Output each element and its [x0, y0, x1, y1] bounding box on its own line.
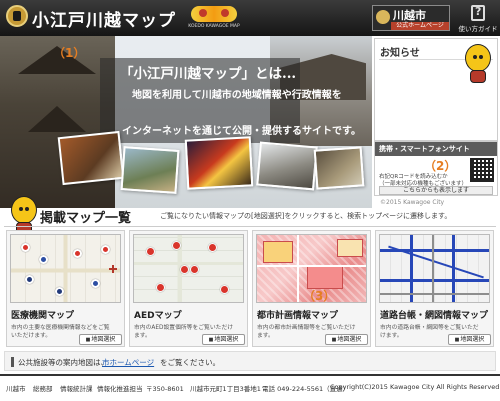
divider	[4, 226, 496, 227]
medical-cross-icon	[109, 265, 117, 273]
bell-tower-photo	[0, 36, 115, 208]
aed-location-icon	[208, 243, 217, 252]
brand-text: KOEDO KAWAGOE MAP	[188, 24, 240, 29]
hero-banner: 「小江戸川越マップ」とは... 地図を利用して川越市の地域情報や行政情報を イン…	[0, 36, 372, 208]
clinic-pin-icon	[39, 255, 48, 264]
aed-location-icon	[156, 283, 165, 292]
city-official-label: 公式ホームページ	[391, 22, 449, 30]
festival-photo	[57, 130, 125, 186]
facility-text: 公共施設等の案内地図は、	[18, 358, 108, 367]
hospital-pin-icon	[21, 243, 30, 252]
bullet-icon	[11, 357, 14, 367]
qr-code-icon	[470, 158, 494, 182]
footer-address: 川越市元町1丁目3番地1	[190, 385, 261, 393]
hero-description-line: 地図を利用して川越市の地域情報や行政情報を	[132, 90, 342, 101]
annotation-marker-1: （1）	[53, 46, 86, 60]
map-list-title: 掲載マップ一覧	[40, 211, 132, 226]
aed-location-icon	[172, 241, 181, 250]
temple-photo	[256, 141, 318, 191]
usage-guide-link[interactable]: 使い方ガイド	[458, 3, 498, 33]
map-card-title: 医療機関マップ	[11, 311, 75, 321]
footer-copyright: Copyright(C)2015 Kawagoe City All Rights…	[330, 383, 500, 391]
map-card-desc: ます。	[134, 333, 151, 339]
mascot-icon	[462, 44, 492, 84]
townscape-photo	[120, 146, 180, 194]
hero-description-line: インターネットを通じて公開・提供するサイトです。	[122, 126, 361, 137]
map-card-desc: いただけます。	[11, 333, 51, 339]
annotation-marker-3: （3）	[303, 289, 336, 303]
site-title: 小江戸川越マップ	[32, 11, 176, 31]
mascot-head	[465, 44, 491, 72]
map-select-button-medical[interactable]: 地図選択	[79, 334, 122, 345]
urban-planning-map-thumbnail[interactable]: （3）	[256, 234, 367, 303]
mobile-panel-header: 携帯・スマートフォンサイト	[375, 142, 497, 156]
mascot-characters-icon	[191, 6, 237, 22]
storehouse-photo	[313, 146, 365, 190]
map-select-button-aed[interactable]: 地図選択	[202, 334, 245, 345]
aed-location-icon	[220, 285, 229, 294]
road-ledger-map-thumbnail[interactable]	[379, 234, 490, 303]
news-title: お知らせ	[380, 48, 420, 59]
road-line	[257, 265, 366, 267]
mobile-show-button[interactable]: こちらからも表示します	[379, 186, 493, 195]
mobile-site-panel: 携帯・スマートフォンサイト （2） 右記QRコードを読み込むか （一部未対応の機…	[374, 141, 498, 196]
city-name: 川越市	[393, 9, 426, 22]
hospital-pin-icon	[101, 245, 110, 254]
map-select-button-urban-planning[interactable]: 地図選択	[325, 334, 368, 345]
map-card-title: AEDマップ	[134, 311, 182, 321]
zoning-area	[337, 239, 363, 257]
map-card-aed: AEDマップ 市内のAED設置個所等をご覧いただけ ます。 地図選択	[129, 230, 248, 347]
festival-float-photo	[184, 136, 254, 190]
footer-section: 情報統計課	[60, 385, 93, 393]
clinic-pin-icon	[25, 275, 34, 284]
medical-map-thumbnail[interactable]	[10, 234, 121, 303]
city-homepage-link[interactable]: 市ホームページ	[102, 357, 154, 368]
map-card-urban-planning: （3） 都市計画情報マップ 市内の都市計画情報等をご覧いただけ ます。 地図選択	[252, 230, 371, 347]
aed-location-icon	[146, 247, 155, 256]
road-line	[297, 235, 299, 302]
facility-text-suffix: をご覧ください。	[160, 358, 220, 367]
facility-info-bar: 公共施設等の案内地図は、 市ホームページ をご覧ください。	[4, 351, 496, 371]
road-line	[380, 279, 489, 282]
map-card-desc: ます。	[257, 333, 274, 339]
road-line	[380, 293, 489, 295]
mobile-site-title: 携帯・スマートフォンサイト	[379, 145, 470, 153]
kawagoe-city-homepage-link[interactable]: 川越市 公式ホームページ	[372, 5, 450, 31]
site-logo-icon	[6, 5, 28, 27]
photo-copyright: ©2015 Kawagoe City	[380, 199, 445, 206]
zoning-area	[263, 241, 293, 263]
hospital-pin-icon	[73, 249, 82, 258]
hero-title: 「小江戸川越マップ」とは...	[120, 66, 297, 82]
footer-postal-code: 〒350-8601	[146, 385, 184, 393]
map-card-desc: けます。	[380, 333, 403, 339]
site-footer: 川越市 総務部 情報統計課 情報化推進担当 〒350-8601 川越市元町1丁目…	[0, 374, 500, 401]
map-card-title: 都市計画情報マップ	[257, 311, 339, 321]
aed-map-thumbnail[interactable]	[133, 234, 244, 303]
clinic-pin-icon	[55, 287, 64, 296]
footer-team: 情報化推進担当	[97, 385, 143, 393]
site-header: 小江戸川越マップ KOEDO KAWAGOE MAP 川越市 公式ホームページ …	[0, 0, 500, 36]
footer-city: 川越市	[6, 385, 26, 393]
mascot-body	[470, 70, 486, 83]
map-select-button-road-ledger[interactable]: 地図選択	[448, 334, 491, 345]
guide-book-icon	[471, 5, 485, 21]
map-card-medical: 医療機関マップ 市内の主要な医療機関情報などをご覧 いただけます。 地図選択	[6, 230, 125, 347]
aed-location-icon	[180, 265, 189, 274]
zoning-area	[307, 265, 343, 289]
map-card-title: 道路台帳・網図情報マップ	[380, 311, 489, 321]
map-card-road-ledger: 道路台帳・網図情報マップ 市内の道路台帳・網図等をご覧いただ けます。 地図選択	[375, 230, 494, 347]
map-list-instruction: ご覧になりたい情報マップの[地図選択]をクリックすると、検索トップページに遷移し…	[160, 212, 452, 220]
mascot-brand-logo: KOEDO KAWAGOE MAP	[188, 4, 240, 32]
city-emblem-icon	[376, 10, 390, 24]
clinic-pin-icon	[91, 279, 100, 288]
footer-department: 総務部	[33, 385, 53, 393]
aed-location-icon	[190, 265, 199, 274]
guide-label: 使い方ガイド	[458, 25, 498, 33]
mascot-head	[11, 196, 37, 224]
